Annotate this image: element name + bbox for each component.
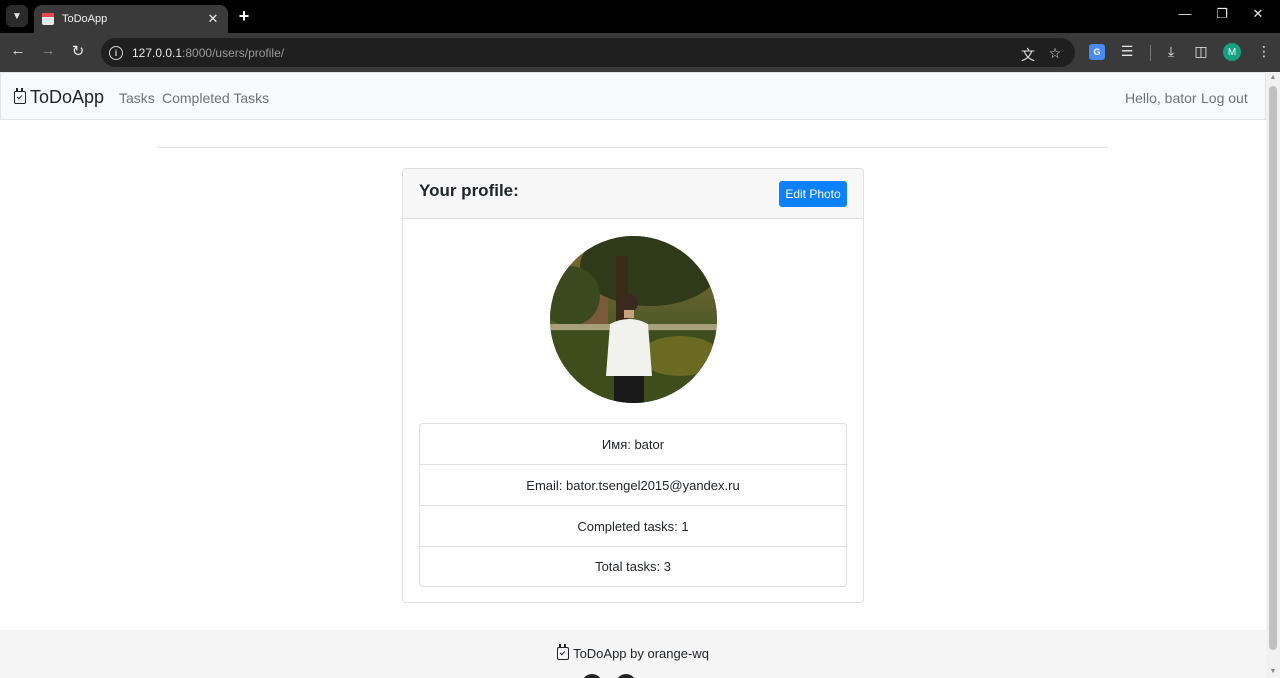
- browser-tab[interactable]: ToDoApp ✕: [34, 5, 228, 33]
- profile-photo-image: [550, 236, 717, 403]
- google-translate-extension-icon[interactable]: G: [1089, 44, 1105, 60]
- profile-photo: [550, 236, 717, 403]
- footer-text: ToDoApp by orange-wq: [573, 646, 709, 661]
- edit-photo-button[interactable]: Edit Photo: [779, 181, 847, 207]
- site-footer: ToDoApp by orange-wq: [0, 630, 1266, 678]
- extensions-puzzle-icon[interactable]: ☰: [1117, 43, 1137, 60]
- user-greeting: Hello, bator: [1125, 90, 1197, 106]
- tab-search-icon[interactable]: ▼: [6, 5, 28, 27]
- download-icon[interactable]: ⤓: [1161, 43, 1181, 60]
- calendar-check-icon: [557, 644, 570, 660]
- reload-icon[interactable]: ↻: [68, 42, 88, 60]
- scroll-thumb[interactable]: [1269, 86, 1277, 650]
- detail-email: Email: bator.tsengel2015@yandex.ru: [420, 465, 846, 506]
- back-icon[interactable]: ←: [8, 42, 28, 59]
- calendar-check-icon: [14, 88, 26, 104]
- menu-kebab-icon[interactable]: ⋮: [1254, 43, 1274, 60]
- profile-card: Your profile: Edit Photo Имя: bator Emai…: [402, 168, 864, 603]
- side-panel-icon[interactable]: ◫: [1191, 43, 1211, 60]
- brand-link[interactable]: ToDoApp: [14, 87, 104, 108]
- forward-icon[interactable]: →: [38, 42, 58, 59]
- browser-toolbar: ← → ↻ i 127.0.0.1:8000/users/profile/ 文 …: [0, 33, 1280, 72]
- footer-credit: ToDoApp by orange-wq: [0, 644, 1266, 661]
- restore-icon[interactable]: ❐: [1212, 6, 1232, 22]
- site-navbar: ToDoApp Tasks Completed Tasks Hello, bat…: [0, 72, 1266, 120]
- bookmark-star-icon[interactable]: ☆: [1046, 45, 1064, 62]
- toolbar-divider: [1150, 45, 1151, 61]
- profile-card-header: Your profile: Edit Photo: [403, 169, 863, 219]
- brand-name: ToDoApp: [30, 87, 105, 107]
- detail-total-tasks: Total tasks: 3: [595, 559, 671, 574]
- url-host: 127.0.0.1: [132, 45, 183, 60]
- detail-completed-tasks: Completed tasks: 1: [420, 506, 846, 547]
- browser-tab-strip: ▼ ToDoApp ✕ + — ❐ ✕: [0, 0, 1280, 33]
- translate-icon[interactable]: 文: [1019, 45, 1037, 65]
- social-icon[interactable]: [582, 674, 602, 678]
- url-path: :8000/users/profile/: [182, 45, 285, 60]
- scroll-up-icon[interactable]: ▲: [1269, 74, 1277, 82]
- profile-details-list: Имя: bator Email: bator.tsengel2015@yand…: [419, 423, 847, 587]
- detail-name: Имя: bator: [420, 424, 846, 465]
- close-tab-icon[interactable]: ✕: [206, 11, 220, 27]
- close-window-icon[interactable]: ✕: [1248, 6, 1268, 22]
- profile-title: Your profile:: [419, 181, 519, 200]
- page-scrollbar[interactable]: ▲ ▼: [1266, 72, 1280, 678]
- calendar-favicon-icon: [42, 13, 54, 25]
- page-viewport: ToDoApp Tasks Completed Tasks Hello, bat…: [0, 72, 1266, 678]
- social-icon[interactable]: [616, 674, 636, 678]
- site-info-icon[interactable]: i: [109, 45, 123, 60]
- new-tab-icon[interactable]: +: [234, 6, 254, 27]
- nav-link-tasks[interactable]: Tasks: [119, 90, 155, 106]
- minimize-icon[interactable]: —: [1175, 6, 1195, 21]
- divider: [157, 147, 1108, 148]
- address-bar[interactable]: i 127.0.0.1:8000/users/profile/ 文 ☆: [101, 38, 1075, 67]
- logout-link[interactable]: Log out: [1201, 90, 1248, 106]
- scroll-down-icon[interactable]: ▼: [1269, 668, 1277, 676]
- profile-avatar[interactable]: M: [1223, 43, 1241, 61]
- nav-link-completed-tasks[interactable]: Completed Tasks: [162, 90, 269, 106]
- tab-title: ToDoApp: [62, 13, 108, 25]
